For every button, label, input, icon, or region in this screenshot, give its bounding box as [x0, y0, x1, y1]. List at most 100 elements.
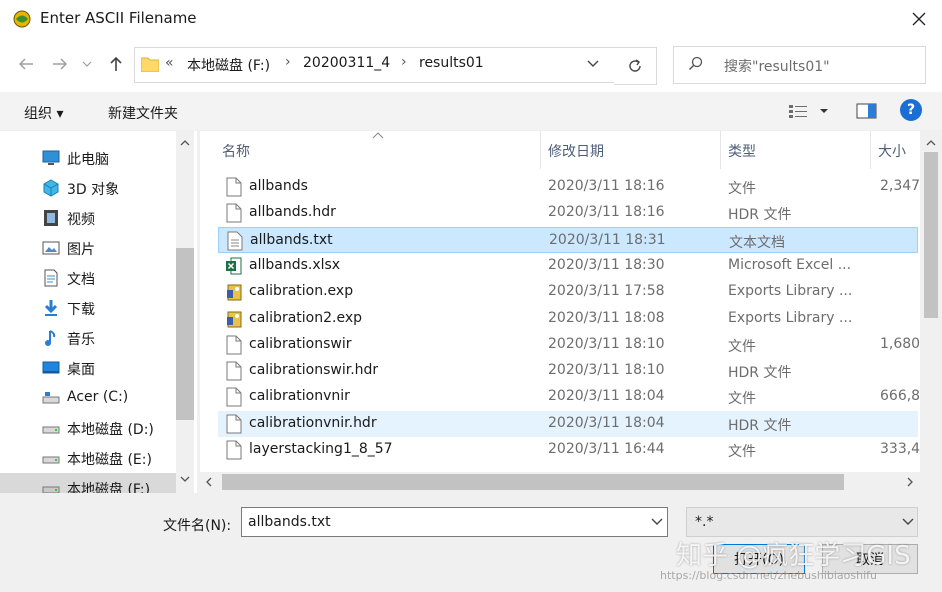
nav-item-drive-d[interactable]: 本地磁盘 (D:): [0, 413, 176, 443]
document-icon: [44, 269, 58, 287]
scroll-right-icon[interactable]: [906, 477, 914, 487]
file-name: allbands.hdr: [249, 204, 336, 221]
nav-item-label: 桌面: [67, 362, 95, 378]
filename-value[interactable]: allbands.txt: [248, 514, 331, 530]
nav-item-label: 本地磁盘 (E:): [67, 452, 152, 468]
breadcrumb-folder[interactable]: 20200311_4: [303, 55, 390, 71]
file-name: layerstacking1_8_57: [249, 441, 393, 457]
file-list: 名称 修改日期 类型 大小 allbands 2020/3/11 18:16 文件 2…: [200, 131, 920, 472]
nav-item-videos[interactable]: 视频: [0, 203, 176, 233]
file-name: calibrationvnir: [249, 388, 350, 405]
scroll-left-icon[interactable]: [205, 477, 213, 487]
file-row[interactable]: calibrationvnir 2020/3/11 18:04 文件 666,8: [218, 384, 920, 410]
navigation-pane: 此电脑 3D 对象 视频 图片 文档 下载 音乐 桌面 Acer (C:) 本地…: [0, 131, 197, 493]
file-icon: [226, 177, 242, 197]
file-icon: [226, 361, 242, 381]
nav-item-pictures[interactable]: 图片: [0, 233, 176, 263]
file-type: 文件: [728, 338, 756, 355]
nav-item-label: Acer (C:): [67, 389, 129, 405]
folder-icon: [141, 57, 159, 72]
chevron-down-icon[interactable]: [586, 53, 600, 73]
new-folder-button[interactable]: 新建文件夹: [108, 103, 178, 123]
chevron-down-icon: [902, 518, 914, 525]
breadcrumb-separator[interactable]: ›: [285, 54, 291, 70]
file-icon: [226, 414, 242, 434]
file-icon: [226, 387, 242, 407]
text-file-icon: [227, 231, 243, 251]
help-icon[interactable]: ?: [900, 99, 922, 121]
file-row[interactable]: allbands 2020/3/11 18:16 文件 2,347: [218, 174, 920, 200]
nav-item-label: 3D 对象: [67, 182, 120, 198]
file-type: Exports Library ...: [728, 309, 853, 326]
view-options-button[interactable]: [788, 102, 834, 120]
file-name: allbands.txt: [250, 231, 333, 248]
column-divider[interactable]: [720, 131, 721, 169]
file-date: 2020/3/11 18:04: [548, 414, 665, 431]
nav-item-drive-f[interactable]: 本地磁盘 (F:): [0, 473, 176, 493]
breadcrumb-drive[interactable]: 本地磁盘 (F:): [187, 55, 270, 75]
close-button[interactable]: [896, 0, 942, 38]
file-row[interactable]: calibration2.exp 2020/3/11 18:08 Exports L…: [218, 306, 918, 332]
back-button[interactable]: [12, 50, 40, 78]
column-divider[interactable]: [540, 131, 541, 169]
search-box[interactable]: 搜索"results01": [673, 46, 926, 84]
nav-item-documents[interactable]: 文档: [0, 263, 176, 293]
scroll-up-icon[interactable]: [926, 139, 936, 147]
file-row[interactable]: layerstacking1_8_57 2020/3/11 16:44 文件 333,…: [218, 437, 920, 463]
file-date: 2020/3/11 18:10: [548, 362, 665, 379]
file-row[interactable]: calibrationswir.hdr 2020/3/11 18:10 HDR 文件: [218, 358, 918, 384]
column-size[interactable]: 大小: [878, 141, 906, 161]
breadcrumb-separator[interactable]: ›: [401, 54, 407, 70]
close-icon: [912, 12, 926, 26]
preview-pane-button[interactable]: [856, 102, 878, 120]
address-bar[interactable]: « 本地磁盘 (F:) › 20200311_4 › results01: [134, 47, 615, 83]
column-divider[interactable]: [870, 131, 871, 169]
nav-item-label: 本地磁盘 (D:): [67, 422, 154, 438]
organize-button[interactable]: 组织 ▾: [24, 103, 63, 123]
nav-item-downloads[interactable]: 下载: [0, 293, 176, 323]
file-row[interactable]: allbands.hdr 2020/3/11 18:16 HDR 文件: [218, 200, 918, 226]
nav-item-music[interactable]: 音乐: [0, 323, 176, 353]
column-date[interactable]: 修改日期: [548, 141, 604, 161]
column-name[interactable]: 名称: [222, 141, 250, 161]
file-type-select[interactable]: *.*: [686, 507, 918, 537]
scroll-down-icon[interactable]: [180, 475, 190, 483]
nav-item-3d-objects[interactable]: 3D 对象: [0, 173, 176, 203]
forward-button[interactable]: [46, 50, 74, 78]
refresh-button[interactable]: [614, 47, 657, 85]
file-date: 2020/3/11 17:58: [548, 283, 665, 300]
scroll-up-icon[interactable]: [180, 139, 190, 147]
file-row[interactable]: allbands.xlsx 2020/3/11 18:30 Microsoft Ex…: [218, 253, 918, 279]
file-type: 文件: [728, 391, 756, 408]
horizontal-scroll-thumb[interactable]: [222, 474, 844, 490]
file-icon: [226, 335, 242, 355]
file-row[interactable]: calibrationswir 2020/3/11 18:10 文件 1,680: [218, 332, 920, 358]
drive-icon: [42, 426, 60, 434]
nav-item-desktop[interactable]: 桌面: [0, 353, 176, 383]
nav-item-label: 本地磁盘 (F:): [67, 482, 151, 493]
overflow-chevron[interactable]: «: [165, 55, 174, 71]
app-icon: [13, 10, 31, 28]
nav-item-label: 图片: [67, 242, 95, 258]
breadcrumb-current[interactable]: results01: [419, 55, 484, 71]
chevron-down-icon[interactable]: [650, 514, 664, 530]
nav-item-this-pc[interactable]: 此电脑: [0, 143, 176, 173]
nav-item-drive-e[interactable]: 本地磁盘 (E:): [0, 443, 176, 473]
up-button[interactable]: [102, 50, 130, 78]
file-row[interactable]: calibration.exp 2020/3/11 17:58 Exports Li…: [218, 279, 918, 305]
download-icon: [44, 300, 58, 316]
exp-file-icon: [227, 311, 242, 327]
filename-input[interactable]: allbands.txt: [241, 507, 668, 537]
nav-item-drive-c[interactable]: Acer (C:): [0, 383, 176, 413]
nav-scroll-thumb[interactable]: [176, 248, 194, 420]
file-size: 666,8: [880, 388, 920, 405]
file-name: calibrationvnir.hdr: [249, 414, 377, 431]
file-row[interactable]: calibrationvnir.hdr 2020/3/11 18:04 HDR 文件: [218, 410, 918, 437]
recent-locations-button[interactable]: [78, 50, 96, 78]
file-type: HDR 文件: [728, 417, 792, 434]
file-date: 2020/3/11 18:10: [548, 335, 665, 352]
column-type[interactable]: 类型: [728, 141, 756, 161]
file-list-scroll-thumb[interactable]: [924, 152, 938, 318]
file-row[interactable]: allbands.txt 2020/3/11 18:31 文本文档: [218, 226, 918, 253]
file-name: calibration2.exp: [249, 309, 362, 326]
